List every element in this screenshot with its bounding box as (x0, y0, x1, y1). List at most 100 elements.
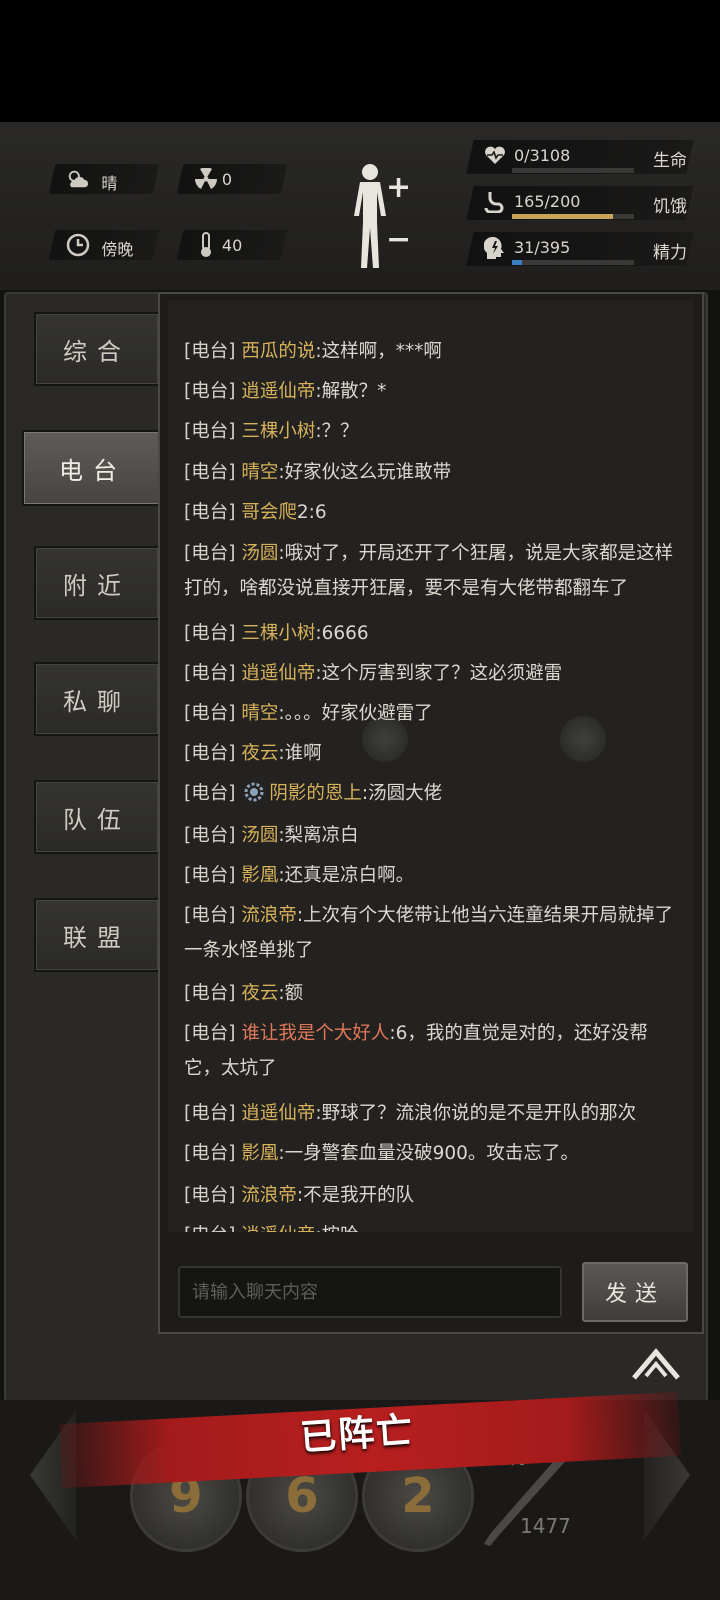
channel-tag: [电台] (184, 1143, 242, 1164)
message-text: :这个厉害到家了？这必须避雷 (315, 663, 563, 684)
sender-name[interactable]: 逍遥仙帝 (241, 1225, 315, 1232)
sender-name[interactable]: 夜云 (241, 983, 278, 1004)
sender-name[interactable]: 汤圆 (241, 543, 278, 564)
message-text: :这样啊，***啊 (315, 341, 442, 362)
sender-name[interactable]: 影凰 (241, 1143, 278, 1164)
message-text: :好家伙这么玩谁敢带 (278, 462, 452, 483)
hunger-value: 165/200 (514, 192, 581, 211)
tab-general[interactable]: 综合 (34, 312, 158, 386)
chat-message: [电台] 逍遥仙帝:解散？* (184, 374, 684, 409)
chat-message: [电台] 晴空:。。。好家伙避雷了 (184, 696, 684, 731)
tab-team[interactable]: 队伍 (34, 780, 158, 854)
thermometer-icon (194, 232, 218, 257)
message-text: :野球了？流浪你说的是不是开队的那次 (315, 1103, 637, 1124)
energy-label: 精力 (653, 243, 687, 263)
channel-tag: [电台] (184, 783, 242, 804)
sender-name[interactable]: 逍遥仙帝 (241, 381, 315, 402)
chat-message: [电台] 汤圆:哦对了，开局还开了个狂屠，说是大家都是这样打的，啥都没说直接开狂… (184, 536, 684, 606)
temperature-value: 40 (221, 236, 243, 255)
message-text: :解散？* (315, 381, 387, 402)
message-text: :不是我开的队 (296, 1185, 415, 1206)
chat-input-field[interactable] (178, 1266, 562, 1318)
stomach-icon (484, 191, 504, 218)
sender-name[interactable]: 夜云 (241, 743, 278, 764)
minus-icon[interactable]: − (386, 222, 411, 257)
chat-message: [电台] 影凰:还真是凉白啊。 (184, 858, 684, 893)
sender-name[interactable]: 流浪帝 (241, 1185, 297, 1206)
energy-bar-fill (512, 260, 522, 265)
tab-alliance[interactable]: 联盟 (34, 898, 158, 972)
channel-tag: [电台] (184, 1225, 241, 1232)
cloudy-sun-icon (66, 167, 90, 191)
chat-message: [电台] 夜云:额 (184, 976, 684, 1011)
chat-message: [电台] 逍遥仙帝:野球了？流浪你说的是不是开队的那次 (184, 1096, 684, 1131)
chat-message: [电台] 逍遥仙帝:这个厉害到家了？这必须避雷 (184, 656, 684, 691)
send-button[interactable]: 发送 (582, 1262, 688, 1322)
health-label: 生命 (653, 151, 687, 171)
hunger-label: 饥饿 (653, 197, 687, 217)
energy-value: 31/395 (514, 238, 571, 257)
chat-message: [电台] 逍遥仙帝:桉哈 (184, 1218, 684, 1232)
message-text: :还真是凉白啊。 (278, 865, 415, 886)
clock-icon (66, 233, 90, 257)
chat-message-list[interactable]: [电台] 西瓜的说:这样啊，***啊 [电台] 逍遥仙帝:解散？* [电台] 三棵小… (168, 300, 694, 1232)
sender-name[interactable]: 逍遥仙帝 (241, 1103, 315, 1124)
sender-name[interactable]: 流浪帝 (241, 905, 297, 926)
sender-name[interactable]: 三棵小树 (241, 421, 315, 442)
chat-message: [电台] 夜云:谁啊 (184, 736, 684, 771)
heart-icon (484, 145, 506, 170)
sender-name[interactable]: 阴影的恩上 (269, 783, 362, 804)
sender-name[interactable]: 逍遥仙帝 (241, 663, 315, 684)
channel-tag: [电台] (184, 543, 242, 564)
chat-message: [电台] 三棵小树:？？ (184, 414, 684, 449)
channel-tag: [电台] (184, 623, 242, 644)
radiation-icon (194, 167, 218, 191)
sender-name[interactable]: 哥会爬 (241, 502, 297, 523)
time-pill: 傍晚 (48, 230, 160, 260)
chat-input[interactable] (180, 1268, 560, 1316)
gear-badge-icon (244, 782, 264, 802)
chat-message: [电台] 阴影的恩上:汤圆大佬 (184, 776, 684, 811)
weather-pill: 晴 (48, 164, 160, 194)
message-text: :？？ (315, 421, 359, 442)
health-value: 0/3108 (514, 146, 571, 165)
temperature-pill: 40 (176, 230, 288, 260)
sender-name[interactable]: 影凰 (241, 865, 278, 886)
plus-icon[interactable]: + (386, 170, 411, 205)
message-text: :一身警套血量没破900。攻击忘了。 (278, 1143, 579, 1164)
radiation-value: 0 (221, 170, 233, 189)
channel-tag: [电台] (184, 825, 242, 846)
sender-name[interactable]: 晴空 (241, 462, 278, 483)
chat-window: [电台] 西瓜的说:这样啊，***啊 [电台] 逍遥仙帝:解散？* [电台] 三棵小… (158, 292, 704, 1334)
sender-name[interactable]: 三棵小树 (241, 623, 315, 644)
channel-tag: [电台] (184, 421, 242, 442)
sender-name[interactable]: 谁让我是个大好人 (241, 1023, 389, 1044)
sender-name[interactable]: 汤圆 (241, 825, 278, 846)
weather-label: 晴 (101, 174, 118, 193)
energy-head-icon (483, 236, 506, 266)
message-text: :桉哈 (315, 1225, 358, 1232)
hunger-stat: 165/200 饥饿 (466, 186, 695, 222)
chat-message: [电台] 汤圆:梨离凉白 (184, 818, 684, 853)
message-text: :6666 (315, 623, 369, 644)
hunger-bar-fill (512, 214, 613, 219)
sender-name[interactable]: 晴空 (241, 703, 278, 724)
message-text: :梨离凉白 (278, 825, 359, 846)
tab-nearby[interactable]: 附近 (34, 546, 158, 620)
channel-tag: [电台] (184, 703, 242, 724)
chat-message: [电台] 晴空:好家伙这么玩谁敢带 (184, 455, 684, 490)
status-bar-area (0, 0, 720, 122)
chat-message: [电台] 流浪帝:不是我开的队 (184, 1178, 684, 1213)
channel-tag: [电台] (184, 983, 242, 1004)
tab-private[interactable]: 私聊 (34, 662, 158, 736)
tab-radio[interactable]: 电台 (22, 430, 162, 506)
chat-message: [电台] 影凰:一身警套血量没破900。攻击忘了。 (184, 1136, 684, 1171)
sender-name[interactable]: 西瓜的说 (241, 341, 315, 362)
floating-orb (560, 716, 606, 762)
death-banner-text: 已阵亡 (298, 1410, 416, 1459)
channel-tag: [电台] (184, 502, 242, 523)
channel-tag: [电台] (184, 865, 242, 886)
health-stat: 0/3108 生命 (466, 140, 695, 176)
collapse-up-icon[interactable] (630, 1346, 682, 1382)
message-text: :额 (278, 983, 304, 1004)
